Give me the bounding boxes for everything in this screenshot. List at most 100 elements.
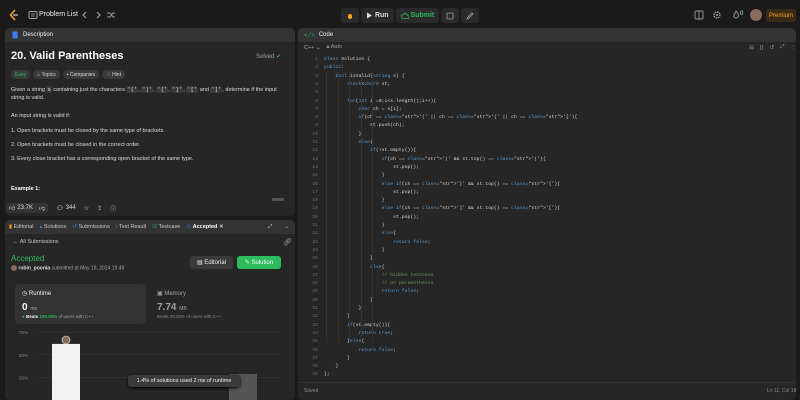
code-editor[interactable]: 1 class Solution {2 public: 3 bool isValid(… <box>298 56 796 379</box>
shuffle-icon[interactable] <box>106 10 116 20</box>
code-line[interactable]: class Solution { <box>324 56 370 64</box>
code-line[interactable]: st.push(ch); <box>324 122 405 130</box>
code-line[interactable]: // on paraenthesis <box>324 280 434 288</box>
link-icon[interactable]: 🔗︎ <box>283 238 292 246</box>
code-line[interactable]: else if(ch == class="str">'}' && st.top(… <box>324 181 561 189</box>
expand-icon[interactable]: ⤢ <box>780 44 784 51</box>
top-bar: Problem List Run Submit 0 Premium <box>0 0 800 30</box>
line-number: 19 <box>312 206 318 212</box>
code-line[interactable]: stack<char> st; <box>324 81 390 89</box>
collapse-handle[interactable] <box>272 198 284 201</box>
editorial-button[interactable]: ▤ Editorial <box>190 256 233 269</box>
line-number: 26 <box>312 264 318 270</box>
difficulty-chip: Easy <box>11 70 31 79</box>
code-line[interactable]: if(ch == class="str">')' && st.top() == … <box>324 156 546 164</box>
prev-problem-icon[interactable] <box>80 10 90 20</box>
all-submissions-link[interactable]: ← All Submissions <box>13 239 59 245</box>
language-select[interactable]: C++ ⌄ <box>304 45 321 51</box>
tag-icon: ⌂ <box>37 71 41 78</box>
language-label: C++ <box>304 44 315 51</box>
leetcode-logo-icon[interactable] <box>8 9 20 21</box>
memory-card[interactable]: ▣ Memory 7.74 MB Beats 25.25% of users w… <box>150 284 281 324</box>
solution-button[interactable]: ✎ Solution <box>237 256 281 269</box>
star-icon[interactable]: ☆ <box>84 205 89 212</box>
whiteboard-button[interactable] <box>461 8 480 23</box>
thumbs-down-icon[interactable]: 👎︎ <box>39 204 45 212</box>
submit-button[interactable]: Submit <box>395 8 440 23</box>
chart-tooltip: 1.4% of solutions used 2 ms of runtime <box>128 375 240 387</box>
code-line[interactable]: } <box>324 355 350 363</box>
share-icon[interactable]: ⇪ <box>97 205 102 212</box>
code-line[interactable]: // hidden testcase <box>324 272 434 280</box>
accepted-status: Accepted <box>11 254 45 263</box>
code-line[interactable]: } <box>324 131 362 139</box>
topics-chip[interactable]: ⌂ Topics <box>33 70 60 79</box>
runtime-distribution-chart[interactable]: 75% 50% 25% <box>15 328 280 400</box>
code-line[interactable]: } <box>324 197 385 205</box>
reset-icon[interactable]: ↺ <box>769 45 774 51</box>
next-problem-icon[interactable] <box>93 10 103 20</box>
expand-icon[interactable]: ⤢ <box>268 224 272 231</box>
code-line[interactable]: public: <box>324 64 344 72</box>
premium-button[interactable]: Premium <box>766 9 796 22</box>
list-icon[interactable] <box>28 10 38 20</box>
upload-cloud-icon <box>400 12 409 19</box>
code-line[interactable]: } <box>324 305 362 313</box>
avatar[interactable] <box>750 9 762 21</box>
code-line[interactable]: return true; <box>324 330 394 338</box>
runtime-card[interactable]: ◷ Runtime 0 ms ● Beats 100.00% of users … <box>15 284 146 324</box>
run-button[interactable]: Run <box>361 8 394 23</box>
comments-button[interactable]: 💬︎ 344 <box>56 205 76 212</box>
tab-solutions[interactable]: ▴ Solutions <box>39 224 66 230</box>
code-line[interactable]: else if(ch == class="str">']' && st.top(… <box>324 205 561 213</box>
autocomplete-toggle[interactable]: 🔒︎ Auto <box>327 44 343 51</box>
line-number: 22 <box>312 231 318 237</box>
debug-button[interactable] <box>341 8 359 23</box>
code-line[interactable]: bool isValid(string s) { <box>324 73 405 81</box>
code-line[interactable]: }; <box>324 371 330 379</box>
bookmark-icon[interactable]: ⊟ <box>749 45 754 51</box>
tab-submissions[interactable]: ↺ Submissions <box>72 224 109 230</box>
hint-chip[interactable]: ♢ Hint <box>102 70 125 79</box>
runtime-bar[interactable] <box>52 343 80 400</box>
clock-icon: ◷ <box>22 291 28 297</box>
line-number: 2 <box>315 65 318 71</box>
tab-code[interactable]: Code <box>319 32 333 38</box>
tab-accepted[interactable]: ◷ Accepted ✕ <box>186 224 223 230</box>
code-line[interactable]: } <box>324 222 385 230</box>
code-line[interactable]: if(ch == class="str">'(' || ch == class=… <box>324 114 578 122</box>
layout-icon[interactable] <box>694 10 704 20</box>
code-line[interactable]: else{ <box>324 264 384 272</box>
chevron-down-icon[interactable]: ⌄ <box>284 224 289 230</box>
help-icon[interactable]: ⓘ <box>110 204 116 213</box>
code-line[interactable]: } <box>324 363 339 371</box>
tab-testcase[interactable]: ☑ Testcase <box>152 224 180 230</box>
avatar <box>11 265 17 271</box>
companies-chip[interactable]: ▪ Companies <box>62 70 100 79</box>
pencil-icon: ✎ <box>244 260 250 266</box>
more-icon[interactable]: ⋮ <box>791 45 797 51</box>
settings-gear-icon[interactable] <box>712 10 722 20</box>
tab-editorial[interactable]: ▮ Editorial <box>9 224 33 230</box>
code-line[interactable]: char ch = s[i]; <box>324 106 402 114</box>
notes-button[interactable] <box>441 8 460 23</box>
inline-code: s <box>46 86 52 93</box>
tab-description[interactable]: Description <box>23 32 53 38</box>
mode-label: Auto <box>330 44 343 50</box>
line-number: 8 <box>315 115 318 121</box>
code-line[interactable]: return false; <box>324 239 430 247</box>
code-line[interactable]: for(int i =0;i<s.length();i++){ <box>324 98 436 106</box>
close-tab-icon[interactable]: ✕ <box>219 224 224 230</box>
username[interactable]: robin_poonia <box>18 265 50 271</box>
code-line[interactable]: }else{ <box>324 338 364 346</box>
code-line[interactable]: return false; <box>324 347 396 355</box>
result-tabs: ▮ Editorial ▴ Solutions ↺ Submissions › … <box>5 220 295 234</box>
code-line[interactable]: } <box>324 247 385 255</box>
like-button[interactable]: 👍︎ 23.7K 👎︎ <box>6 203 49 213</box>
problem-list-link[interactable]: Problem List <box>39 11 78 18</box>
tab-test-result[interactable]: › Test Result <box>116 224 147 230</box>
code-line[interactable]: if(st.empty()){ <box>324 322 390 330</box>
code-line[interactable]: } <box>324 172 385 180</box>
format-icon[interactable]: {} <box>760 45 764 51</box>
lightbulb-icon: ♢ <box>106 71 111 78</box>
